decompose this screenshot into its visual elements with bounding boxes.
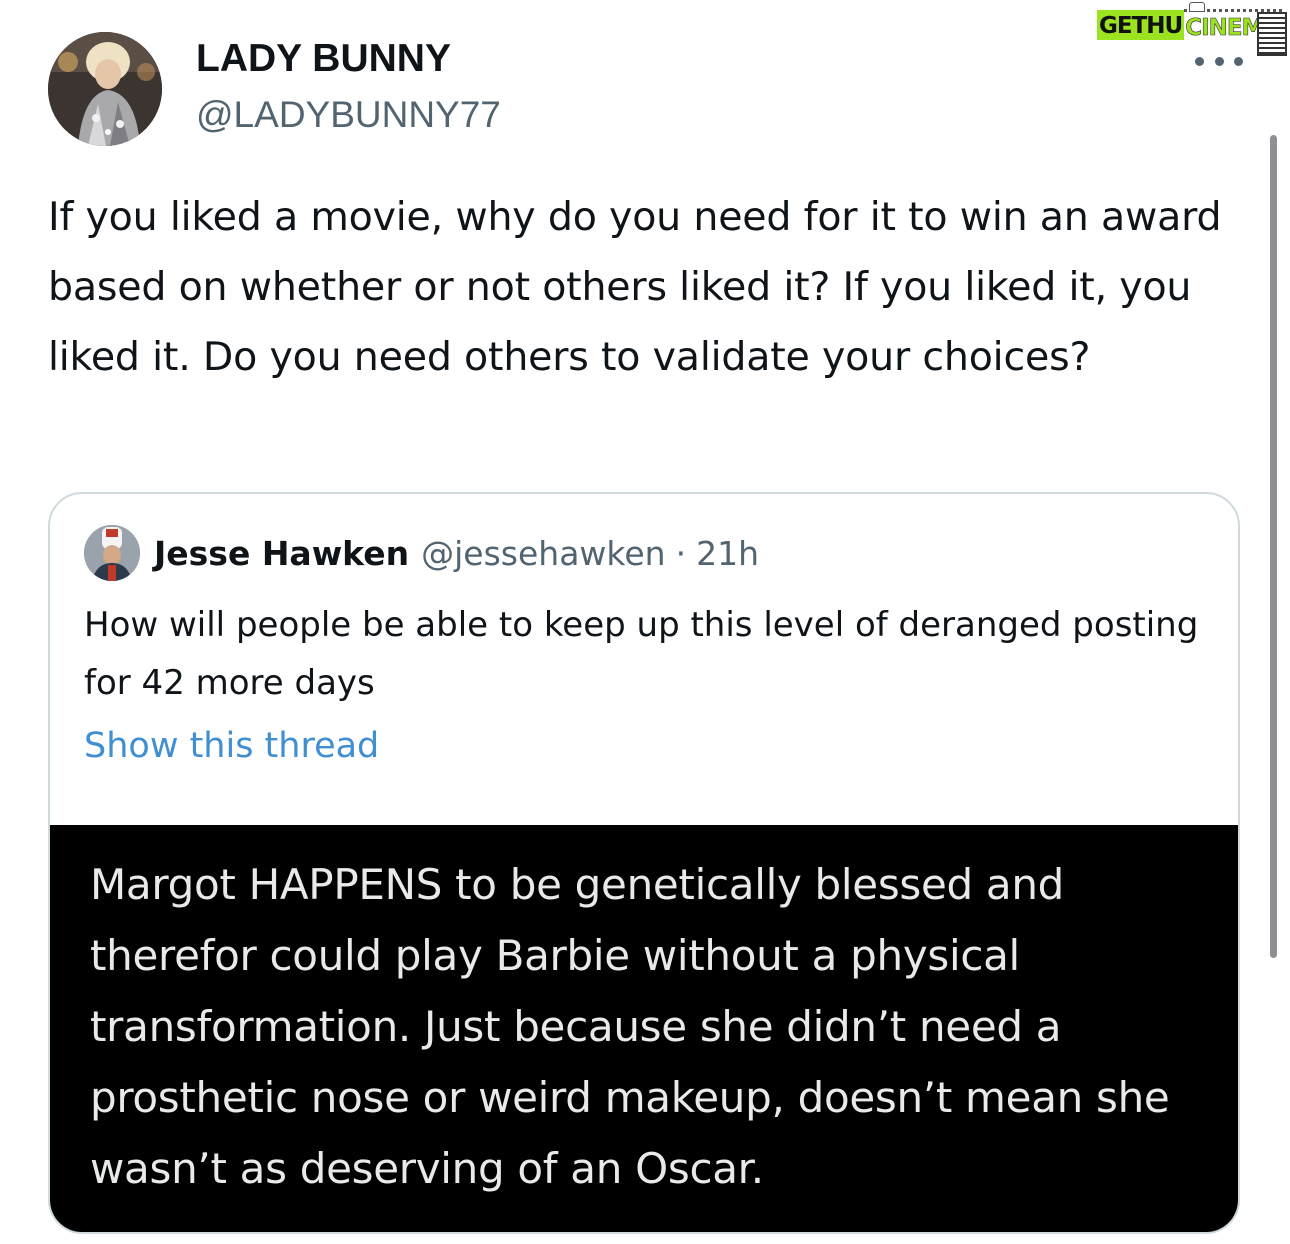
dot (1195, 56, 1204, 66)
scrollbar[interactable] (1270, 135, 1277, 958)
quoted-author-avatar[interactable] (84, 525, 140, 581)
tweet-text: If you liked a movie, why do you need fo… (48, 194, 1222, 380)
film-strip-icon (1257, 12, 1287, 56)
author-display-name[interactable]: LADY BUNNY (196, 36, 451, 82)
quoted-tweet-text: How will people be able to keep up this … (84, 605, 1199, 703)
quoted-timestamp[interactable]: 21h (696, 534, 759, 573)
separator-dot: · (675, 533, 687, 573)
author-avatar[interactable] (48, 32, 162, 146)
image-screenshot-text: Margot HAPPENS to be genetically blessed… (90, 860, 1170, 1193)
dot (1214, 56, 1224, 66)
quoted-author-name[interactable]: Jesse Hawken (154, 534, 409, 573)
watermark-logo: GETHU CINEMA (1097, 2, 1287, 56)
quoted-author-handle[interactable]: @jessehawken (421, 534, 665, 573)
watermark-text-gethu: GETHU (1097, 10, 1185, 40)
camera-reel-icon (1189, 2, 1205, 12)
author-handle[interactable]: @LADYBUNNY77 (196, 93, 501, 137)
quoted-tweet-card[interactable]: Jesse Hawken @jessehawken · 21h How will… (48, 492, 1240, 1234)
quoted-tweet-image[interactable]: Margot HAPPENS to be genetically blessed… (50, 825, 1238, 1232)
quoted-tweet-header: Jesse Hawken @jessehawken · 21h (84, 524, 759, 582)
show-thread-link[interactable]: Show this thread (84, 722, 379, 770)
more-horizontal-icon[interactable] (1195, 50, 1243, 72)
dot (1234, 56, 1243, 66)
